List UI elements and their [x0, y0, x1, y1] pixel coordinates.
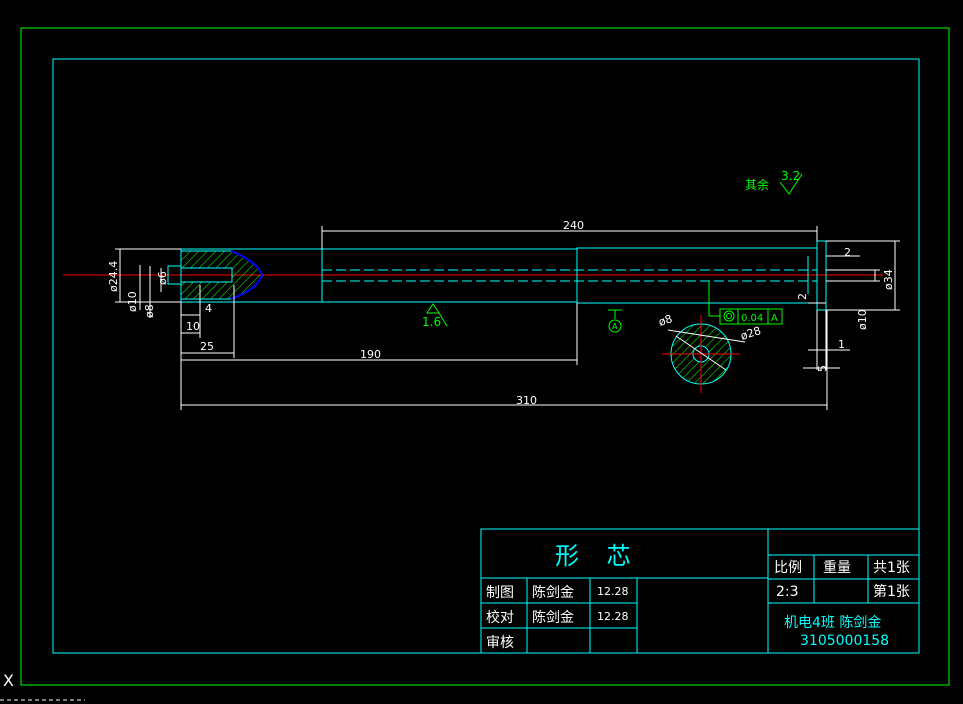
dim-dia-10-right: ø10: [856, 309, 869, 330]
svg-text:0.04: 0.04: [741, 313, 763, 324]
header-scale: 比例: [774, 560, 802, 576]
ucs-x-label: X: [3, 671, 14, 690]
dim-dia-8-section: ø8: [657, 312, 674, 329]
class-name: 机电4班 陈剑金: [784, 614, 881, 631]
title-block-title: 形 芯: [555, 542, 641, 570]
row-checked-date: 12.28: [597, 610, 629, 623]
dim-4: 4: [205, 302, 212, 315]
header-weight: 重量: [823, 560, 851, 576]
dim-5: 5: [816, 365, 829, 372]
cad-drawing-canvas[interactable]: 310 240 190 25 10 4 ø24.4 ø10 ø8 ø6 ø34 …: [0, 0, 963, 704]
dim-25: 25: [200, 340, 214, 353]
dim-240: 240: [563, 219, 584, 232]
dim-dia-6: ø6: [156, 271, 169, 285]
outer-frame: [20, 27, 950, 686]
dim-step-2-mid: 2: [796, 293, 809, 300]
row-checked-name: 陈剑金: [532, 609, 574, 626]
student-id: 3105000158: [800, 633, 889, 649]
dim-dia-24-4: ø24.4: [107, 261, 120, 292]
row-checked-role: 校对: [486, 609, 514, 626]
header-sheets-total: 共1张: [873, 560, 910, 576]
dim-dia-10-left: ø10: [126, 291, 139, 312]
row-drawn-date: 12.28: [597, 585, 629, 598]
dim-step-2-top: 2: [844, 246, 851, 259]
cross-section: [662, 315, 746, 393]
dim-dia-8: ø8: [143, 304, 156, 318]
dim-190: 190: [360, 348, 381, 361]
svg-text:A: A: [612, 322, 618, 331]
scale-value: 2:3: [776, 584, 799, 600]
roughness-other-label: 其余: [745, 177, 769, 192]
svg-text:A: A: [771, 313, 778, 324]
dim-overall-length: 310: [516, 394, 537, 407]
row-drawn-role: 制图: [486, 585, 514, 601]
dim-dia-34: ø34: [882, 269, 895, 290]
roughness-surface-value: 1.6: [422, 315, 441, 329]
dim-1: 1: [838, 338, 845, 351]
header-sheet-no: 第1张: [873, 583, 910, 600]
datum-marker: A: [608, 309, 622, 333]
dim-10: 10: [186, 320, 200, 333]
row-drawn-name: 陈剑金: [532, 584, 574, 601]
dim-dia-28: ø28: [739, 324, 763, 343]
row-approved-role: 审核: [486, 635, 514, 651]
